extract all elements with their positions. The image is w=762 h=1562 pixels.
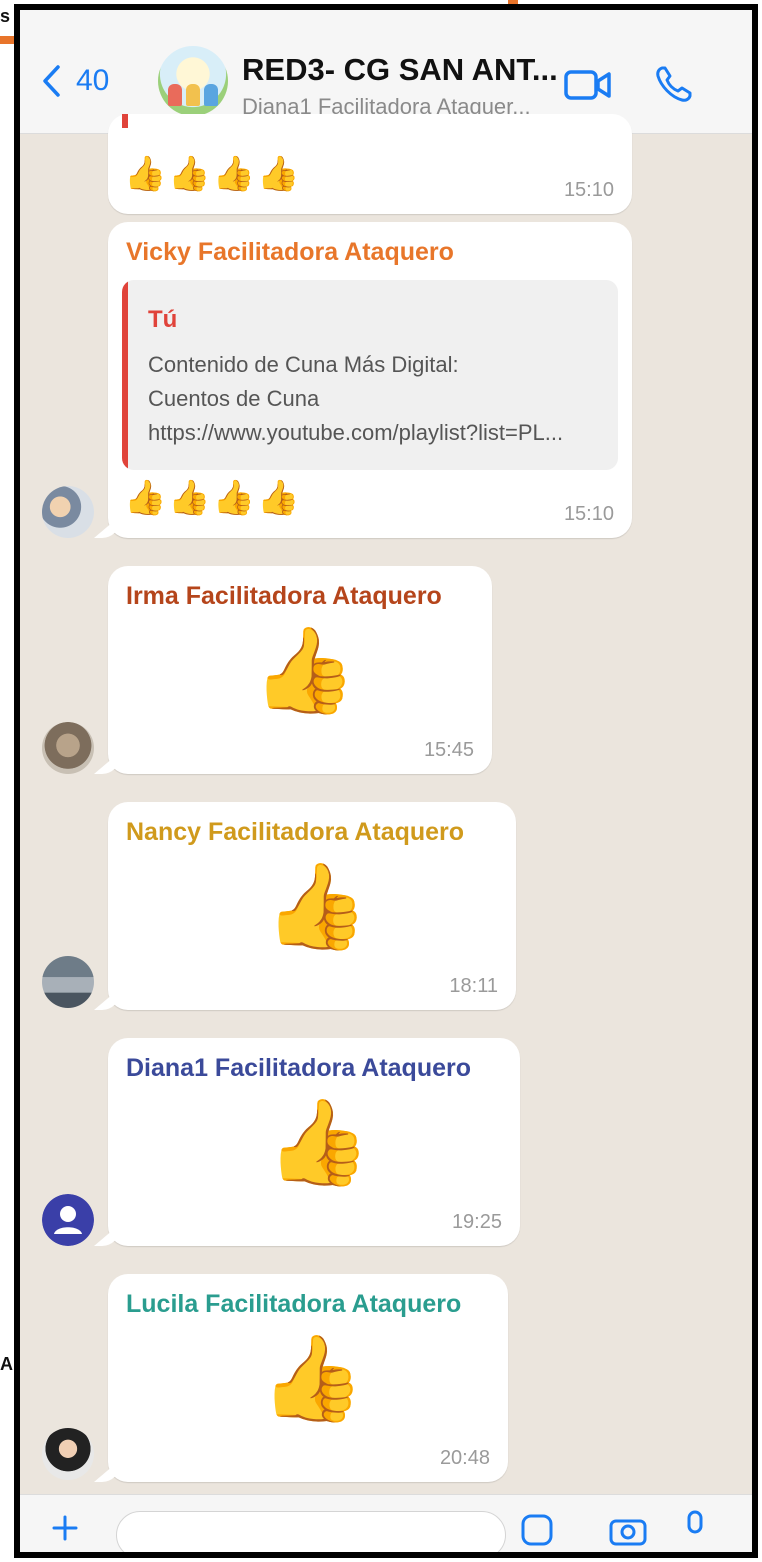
unread-count: 40	[76, 64, 110, 97]
plus-icon[interactable]	[50, 1513, 80, 1543]
avatar[interactable]	[42, 722, 94, 774]
camera-icon[interactable]	[608, 1513, 648, 1547]
message-time: 20:48	[439, 1447, 490, 1469]
avatar[interactable]	[42, 1428, 94, 1480]
orange-edge-bar-left	[0, 36, 14, 44]
sender-name: Vicky Facilitadora Ataquero	[126, 238, 454, 266]
avatar[interactable]	[42, 956, 94, 1008]
message-bubble[interactable]: 👍👍👍👍 15:10	[108, 114, 632, 214]
thumbs-up-emoji: 👍	[264, 859, 369, 953]
edge-char-top: s	[0, 6, 11, 26]
message-bubble[interactable]: Nancy Facilitadora Ataquero 👍 18:11	[108, 802, 516, 1010]
sender-name: Irma Facilitadora Ataquero	[126, 582, 442, 610]
quote-link: https://www.youtube.com/playlist?list=PL…	[148, 420, 564, 445]
chevron-left-icon	[43, 65, 60, 97]
message-bubble[interactable]: Irma Facilitadora Ataquero 👍 15:45	[108, 566, 492, 774]
quote-bar	[122, 280, 128, 470]
sender-name: Nancy Facilitadora Ataquero	[126, 818, 465, 846]
group-avatar[interactable]	[158, 46, 228, 116]
avatar-figure	[168, 84, 182, 106]
reaction-emojis: 👍👍👍👍	[124, 155, 302, 193]
message-input-bar	[20, 1494, 752, 1552]
message-input[interactable]	[116, 1511, 506, 1552]
screenshot-page: s A 40 RED3- CG SAN ANT... Diana1 Facili…	[0, 0, 762, 1562]
sender-name: Lucila Facilitadora Ataquero	[126, 1290, 462, 1318]
avatar-figure	[186, 84, 200, 106]
default-avatar-icon[interactable]	[42, 1194, 94, 1246]
thumbs-up-emoji: 👍	[252, 623, 357, 717]
message-time: 15:10	[563, 179, 614, 201]
quote-line: Contenido de Cuna Más Digital:	[148, 352, 459, 377]
reaction-emojis: 👍👍👍👍	[124, 479, 302, 517]
quote-bar-fragment	[122, 114, 128, 128]
message-bubble[interactable]: Vicky Facilitadora Ataquero Tú Contenido…	[108, 222, 632, 538]
video-call-icon[interactable]	[564, 68, 612, 102]
message-time: 19:25	[451, 1211, 502, 1233]
message-bubble[interactable]: Diana1 Facilitadora Ataquero 👍 19:25	[108, 1038, 520, 1246]
sticker-icon[interactable]	[520, 1513, 554, 1547]
thumbs-up-emoji: 👍	[260, 1331, 365, 1425]
phone-call-icon[interactable]	[654, 64, 694, 104]
message-time: 18:11	[449, 975, 498, 997]
avatar-figure	[204, 84, 218, 106]
edge-char-mid: A	[0, 1354, 13, 1374]
message-bubble[interactable]: Lucila Facilitadora Ataquero 👍 20:48	[108, 1274, 508, 1482]
avatar[interactable]	[42, 486, 94, 538]
quote-line: Cuentos de Cuna	[148, 386, 320, 411]
back-button[interactable]: 40	[40, 64, 109, 98]
message-time: 15:45	[423, 739, 474, 761]
sender-name: Diana1 Facilitadora Ataquero	[126, 1054, 471, 1082]
chat-title[interactable]: RED3- CG SAN ANT...	[242, 52, 558, 88]
quote-author: Tú	[148, 306, 178, 333]
quoted-message[interactable]: Tú Contenido de Cuna Más Digital: Cuento…	[122, 280, 618, 470]
thumbs-up-emoji: 👍	[266, 1095, 371, 1189]
phone-frame: 40 RED3- CG SAN ANT... Diana1 Facilitado…	[14, 4, 758, 1558]
microphone-icon[interactable]	[682, 1509, 708, 1545]
message-time: 15:10	[563, 503, 614, 525]
message-list[interactable]: 👍👍👍👍 15:10 Vicky Facilitadora Ataquero T…	[20, 114, 752, 1494]
